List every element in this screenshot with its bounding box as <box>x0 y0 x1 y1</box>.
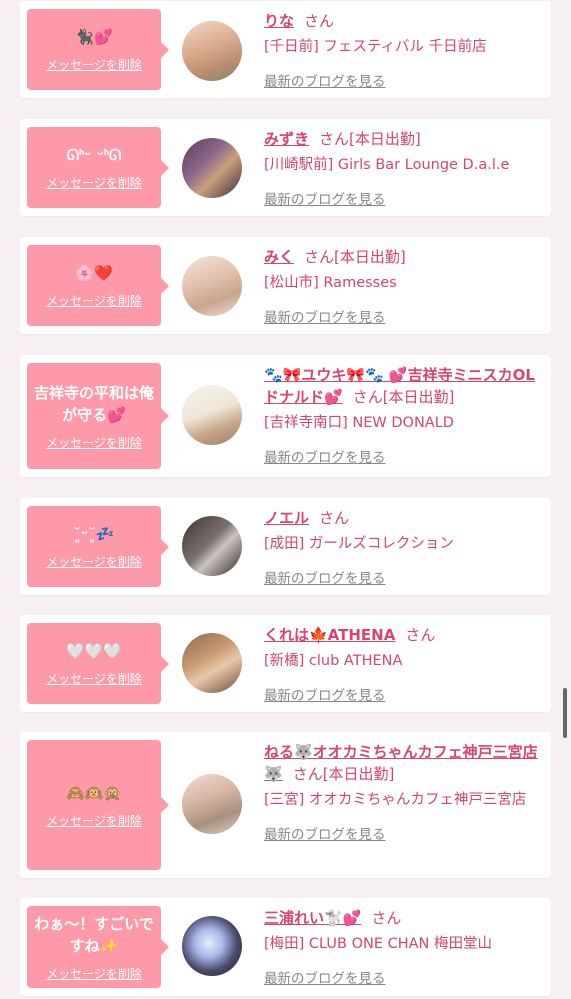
girl-name-link[interactable]: りな <box>264 12 294 30</box>
shop-info: [吉祥寺南口] NEW DONALD <box>264 415 454 431</box>
delete-message-link[interactable]: メッセージを削除 <box>46 174 142 191</box>
name-suffix: さん[本日出勤] <box>304 248 406 266</box>
avatar[interactable] <box>182 256 242 316</box>
shop-info: [三宮] オオカミちゃんカフェ神戸三宮店 <box>264 792 527 808</box>
delete-message-link[interactable]: メッセージを削除 <box>46 812 142 829</box>
girl-name-link[interactable]: ノエル <box>264 509 309 527</box>
avatar[interactable] <box>182 633 242 693</box>
message-text: ˘͈ᵕ˘͈💤 <box>73 525 115 543</box>
avatar[interactable] <box>182 21 242 81</box>
scrollbar[interactable] <box>563 688 567 738</box>
name-suffix: さん <box>304 12 335 30</box>
latest-blog-link[interactable]: 最新のブログを見る <box>264 823 386 843</box>
name-suffix: さん[本日出勤] <box>292 765 395 783</box>
shop-info: [千日前] フェスティバル 千日前店 <box>264 39 487 55</box>
favorite-card: 🤍🤍🤍 メッセージを削除 くれは🍁ATHENA さん [新橋] club ATHE… <box>20 615 551 712</box>
latest-blog-link[interactable]: 最新のブログを見る <box>264 967 386 987</box>
favorite-card: 🙈🙉🙊 メッセージを削除 ねる🐺オオカミちゃんカフェ神戸三宮店🐺 さん[本日出勤]… <box>20 732 551 878</box>
message-bubble: 🙈🙉🙊 メッセージを削除 <box>27 740 169 870</box>
name-suffix: さん <box>319 509 350 527</box>
latest-blog-link[interactable]: 最新のブログを見る <box>264 70 386 90</box>
latest-blog-link[interactable]: 最新のブログを見る <box>264 567 386 587</box>
message-text: 🤍🤍🤍 <box>65 642 123 660</box>
message-text: わぁ〜！すごいですね✨ <box>34 914 154 955</box>
name-suffix: さん[本日出勤] <box>319 130 421 148</box>
message-bubble: 🐈‍⬛💕 メッセージを削除 <box>27 9 169 90</box>
delete-message-link[interactable]: メッセージを削除 <box>46 434 142 451</box>
girl-name-link[interactable]: みずき <box>264 130 309 148</box>
delete-message-link[interactable]: メッセージを削除 <box>46 553 142 570</box>
message-bubble: 🌸❤️ メッセージを削除 <box>27 245 169 326</box>
avatar[interactable] <box>182 916 242 976</box>
delete-message-link[interactable]: メッセージを削除 <box>46 292 142 309</box>
avatar[interactable] <box>182 138 242 198</box>
message-text: 🙈🙉🙊 <box>65 783 123 802</box>
shop-info: [川崎駅前] Girls Bar Lounge D.a.l.e <box>264 157 510 173</box>
message-text: 🐈‍⬛💕 <box>75 28 113 46</box>
message-bubble: わぁ〜！すごいですね✨ メッセージを削除 <box>27 906 169 988</box>
girl-name-link[interactable]: くれは🍁ATHENA <box>264 626 395 644</box>
shop-info: [新橋] club ATHENA <box>264 653 403 669</box>
favorite-card: わぁ〜！すごいですね✨ メッセージを削除 三浦れい🐩💕 さん [梅田] CLUB … <box>20 898 551 996</box>
favorite-card: ᘏᑋᵕ ᵕᑋᘏ メッセージを削除 みずき さん[本日出勤] [川崎駅前] Girl… <box>20 119 551 216</box>
message-bubble: ᘏᑋᵕ ᵕᑋᘏ メッセージを削除 <box>27 127 169 208</box>
avatar[interactable] <box>182 774 242 834</box>
message-text: 吉祥寺の平和は俺が守る💕 <box>33 383 154 424</box>
favorite-card: ˘͈ᵕ˘͈💤 メッセージを削除 ノエル さん [成田] ガールズコレクション 最新… <box>20 498 551 595</box>
avatar[interactable] <box>182 385 242 445</box>
delete-message-link[interactable]: メッセージを削除 <box>46 56 142 73</box>
shop-info: [梅田] CLUB ONE CHAN 梅田堂山 <box>264 936 493 952</box>
girl-name-link[interactable]: 三浦れい🐩💕 <box>264 909 361 927</box>
delete-message-link[interactable]: メッセージを削除 <box>46 965 142 982</box>
message-bubble: 🤍🤍🤍 メッセージを削除 <box>27 623 169 704</box>
latest-blog-link[interactable]: 最新のブログを見る <box>264 446 386 466</box>
girl-name-link[interactable]: みく <box>264 248 294 266</box>
latest-blog-link[interactable]: 最新のブログを見る <box>264 684 386 704</box>
latest-blog-link[interactable]: 最新のブログを見る <box>264 306 386 326</box>
message-bubble: ˘͈ᵕ˘͈💤 メッセージを削除 <box>27 506 169 587</box>
name-suffix: さん <box>371 909 402 927</box>
name-suffix: さん[本日出勤] <box>352 388 455 406</box>
name-suffix: さん <box>405 626 436 644</box>
message-bubble: 吉祥寺の平和は俺が守る💕 メッセージを削除 <box>27 363 169 469</box>
latest-blog-link[interactable]: 最新のブログを見る <box>264 188 386 208</box>
shop-info: [成田] ガールズコレクション <box>264 536 454 552</box>
avatar[interactable] <box>182 516 242 576</box>
favorite-card: 🌸❤️ メッセージを削除 みく さん[本日出勤] [松山市] Ramesses 最… <box>20 237 551 334</box>
favorite-card: 吉祥寺の平和は俺が守る💕 メッセージを削除 🐾🎀ユウキ🎀🐾 💕吉祥寺ミニスカOL… <box>20 355 551 477</box>
favorite-card: 🐈‍⬛💕 メッセージを削除 りな さん [千日前] フェスティバル 千日前店 最新… <box>20 1 551 98</box>
message-text: 🌸❤️ <box>75 264 113 282</box>
shop-info: [松山市] Ramesses <box>264 275 397 291</box>
delete-message-link[interactable]: メッセージを削除 <box>46 670 142 687</box>
message-text: ᘏᑋᵕ ᵕᑋᘏ <box>66 146 122 164</box>
